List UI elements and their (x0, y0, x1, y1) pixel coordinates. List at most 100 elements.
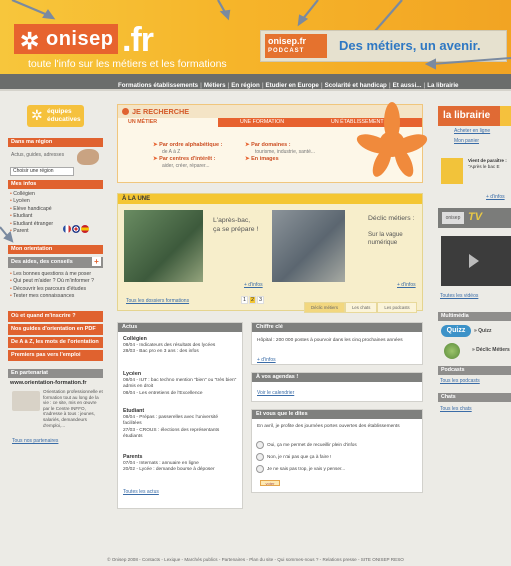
dossiers-formations-link[interactable]: Tous les dossiers formations (126, 298, 189, 304)
search-link-alphabetique[interactable]: Par ordre alphabétique : (153, 142, 222, 149)
video-player[interactable] (441, 236, 511, 286)
infos-item-collegien[interactable]: Collégien (10, 191, 53, 198)
tab-chats[interactable]: Les chats (344, 302, 378, 313)
page-1-button[interactable]: 1 (241, 296, 248, 304)
all-actus-link[interactable]: Toutes les actus (123, 489, 159, 495)
nav-handicap[interactable]: Scolarité et handicap (323, 78, 389, 89)
nav-metiers[interactable]: Métiers (202, 78, 228, 89)
actus-item[interactable]: 20/02 - Lycée : demande bourse à déposer (123, 467, 238, 473)
une-item1-title-l2: ça se prépare ! (213, 226, 259, 233)
vote-button[interactable]: voter (260, 480, 280, 486)
onisep-logo[interactable]: ✲ onisep (14, 24, 118, 54)
search-link-domaines[interactable]: Par domaines : (245, 142, 290, 149)
acheter-link[interactable]: Acheter en ligne (454, 128, 490, 134)
menu-emploi[interactable]: Premiers pas vers l'emploi (8, 350, 103, 361)
search-link-interets-sub: aider, créer, réparer... (162, 163, 210, 169)
une-title: À LA UNE (118, 194, 422, 204)
une-item1-title[interactable]: L'après-bac, ça se prépare ! (213, 216, 258, 234)
onisep-tv-banner[interactable]: onisep TV (438, 208, 511, 228)
actus-collegien: Collégien 08/04 - Indicateurs des résult… (123, 336, 238, 356)
actus-panel: Actus Collégien 08/04 - Indicateurs des … (117, 322, 243, 509)
une-item2-title[interactable]: Déclic métiers : (368, 214, 414, 223)
infos-header: Mes infos (8, 180, 103, 189)
partenariat-site-link[interactable]: www.orientation-formation.fr (10, 380, 87, 386)
page-2-button[interactable]: 2 (249, 296, 256, 304)
tab-metier[interactable]: UN MÉTIER (118, 118, 218, 127)
new-book-info: Vient de paraître : "Après le bac E (468, 158, 507, 169)
une-tabs: Déclic métiers Les chats Les podcasts (304, 296, 417, 313)
equipes-line2: éducatives (47, 116, 81, 123)
conseils-list: Les bonnes questions à me poser Qui peut… (10, 271, 94, 301)
region-select[interactable]: Choisir une région (10, 167, 74, 176)
chiffre-title: Chiffre clé (252, 323, 422, 332)
header: ✲ onisep .fr toute l'info sur les métier… (0, 0, 511, 74)
tagline: toute l'info sur les métiers et les form… (28, 58, 227, 70)
une-item2-subtitle: Sur la vague numérique (368, 231, 403, 247)
tab-declic-metiers[interactable]: Déclic métiers (304, 302, 345, 313)
une-item1-more-link[interactable]: + d'infos (244, 282, 263, 288)
book-more-link[interactable]: + d'infos (486, 194, 505, 200)
search-link-interets[interactable]: Par centres d'intérêt : (153, 156, 215, 163)
actus-item[interactable]: 08/04 - Les entretiens de l'Excellence (123, 391, 238, 397)
tv-logo: onisep (442, 212, 464, 224)
infos-item-eleve-handicape[interactable]: Elève handicapé (10, 206, 53, 213)
logo-suffix: .fr (122, 21, 154, 59)
french-flag-icon[interactable] (63, 225, 71, 233)
nav-formations[interactable]: Formations établissements (116, 78, 200, 89)
nav-en-region[interactable]: En région (229, 78, 262, 89)
plus-icon[interactable]: + (92, 257, 101, 266)
conseils-item-tester[interactable]: Tester mes connaissances (10, 293, 94, 300)
une-photo-apres-bac[interactable] (124, 210, 203, 282)
podcast-banner[interactable]: onisep.fr PODCAST Des métiers, un avenir… (260, 30, 507, 62)
actus-etudiant-title: Etudiant (123, 408, 145, 414)
actus-item[interactable]: 08/04 - Prépas : passerelles avec l'univ… (123, 415, 238, 427)
menu-guides-pdf[interactable]: Nos guides d'orientation en PDF (8, 324, 103, 335)
tab-formation[interactable]: UNE FORMATION (230, 118, 320, 127)
equipes-educatives-button[interactable]: ✲ équipes éducatives (27, 105, 84, 127)
poll-option-oui[interactable]: Oui, ça me permet de recueillir plein d'… (256, 441, 357, 449)
calendar-link[interactable]: Voir le calendrier (257, 390, 294, 396)
agenda-title: À vos agendas ! (252, 373, 422, 382)
menu-a-z[interactable]: De A à Z, les mots de l'orientation (8, 337, 103, 348)
une-item1-title-l1: L'après-bac, (213, 217, 251, 224)
infos-item-parent[interactable]: Parent (10, 228, 53, 235)
search-link-images[interactable]: En images (245, 156, 279, 163)
spanish-flag-icon[interactable] (81, 225, 89, 233)
declic-link[interactable]: » Déclic Métiers (472, 347, 510, 353)
poll-option-non[interactable]: Non, je n'ai pas que ça à faire ! (256, 453, 331, 461)
conseils-item-questions[interactable]: Les bonnes questions à me poser (10, 271, 94, 278)
quiz-link[interactable]: » Quizz (474, 328, 492, 334)
videos-link[interactable]: Toutes les vidéos (440, 293, 478, 299)
banner-slogan: Des métiers, un avenir. (339, 38, 481, 53)
tab-podcasts[interactable]: Les podcasts (377, 302, 417, 313)
conseils-item-parcours[interactable]: Découvrir les parcours d'études (10, 286, 94, 293)
podcasts-header: Podcasts (438, 366, 511, 375)
nav-et-aussi[interactable]: Et aussi... (391, 78, 424, 89)
partenaires-link[interactable]: Tous nos partenaires (12, 438, 58, 444)
actus-item[interactable]: 28/03 - Bac pro en 3 ans : des infos (123, 349, 238, 355)
infos-item-etudiant-etranger[interactable]: Etudiant étranger (10, 221, 53, 228)
poll-option-sais-pas[interactable]: Je ne sais pas trop, je vais y penser... (256, 465, 345, 473)
chats-link[interactable]: Tous les chats (440, 406, 472, 412)
infos-item-etudiant[interactable]: Etudiant (10, 213, 53, 220)
conseils-header[interactable]: Des aides, des conseils (8, 257, 103, 268)
nav-europe[interactable]: Etudier en Europe (264, 78, 321, 89)
page-3-button[interactable]: 3 (257, 296, 264, 304)
podcasts-link[interactable]: Tous les podcasts (440, 378, 480, 384)
actus-item[interactable]: 27/03 - CROUS : élections des représenta… (123, 428, 238, 440)
new-book-title: Vient de paraître : (468, 158, 507, 163)
une-item2-more-link[interactable]: + d'infos (397, 282, 416, 288)
book-cover[interactable] (441, 158, 463, 184)
partenariat-illustration (12, 391, 40, 411)
quiz-logo[interactable]: Quizz (441, 325, 471, 337)
panier-link[interactable]: Mon panier (454, 138, 479, 144)
actus-item[interactable]: 08/04 - IUT : bac techno mention "bien" … (123, 378, 238, 390)
menu-inscrire[interactable]: Où et quand m'inscrire ? (8, 311, 103, 322)
uk-flag-icon[interactable] (72, 225, 80, 233)
chiffre-more-link[interactable]: + d'infos (257, 357, 276, 363)
conseils-item-aider[interactable]: Qui peut m'aider ? Où m'informer ? (10, 278, 94, 285)
infos-item-lyceen[interactable]: Lycéen (10, 198, 53, 205)
une-photo-declic[interactable] (272, 210, 345, 282)
play-icon[interactable] (469, 254, 479, 268)
nav-librairie[interactable]: La librairie (425, 78, 460, 89)
